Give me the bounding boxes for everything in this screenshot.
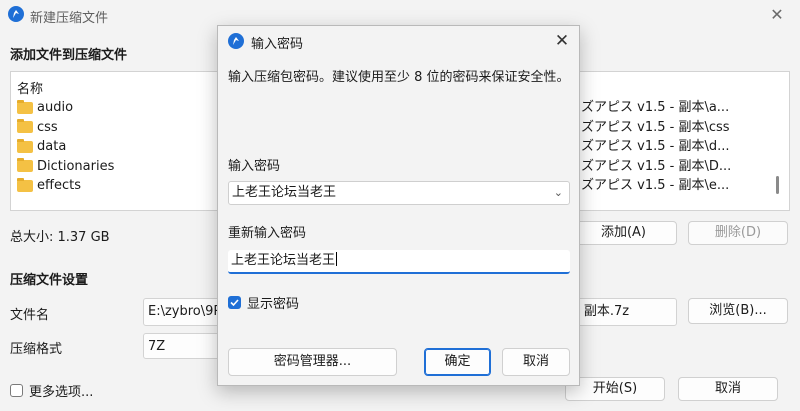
show-password-label: 显示密码 [247,297,300,312]
file-name: effects [37,178,81,194]
file-path: ズアピス v1.5 - 副本\d... [581,139,730,154]
more-options[interactable]: 更多选项... [10,381,93,400]
more-options-checkbox[interactable] [10,384,23,397]
scrollbar-thumb[interactable] [776,176,779,194]
file-path: ズアピス v1.5 - 副本\css [581,119,730,135]
total-size: 总大小: 1.37 GB [10,230,110,245]
dialog-cancel-button[interactable]: 取消 [502,348,570,376]
folder-icon [17,119,33,134]
folder-icon [17,138,33,153]
password-label: 输入密码 [228,159,281,174]
filename-field-tail[interactable]: - 副本.7z [570,298,677,326]
folder-icon [17,158,33,173]
password-input[interactable]: 上老王论坛当老王 ⌄ [228,181,570,205]
start-button[interactable]: 开始(S) [565,377,665,401]
file-name: audio [37,100,74,116]
filename-field[interactable]: E:\zybro\9R. [143,298,223,326]
browse-button[interactable]: 浏览(B)... [688,298,788,324]
more-options-label: 更多选项... [29,385,94,400]
add-button[interactable]: 添加(A) [570,221,677,245]
column-header-name[interactable]: 名称 [17,78,43,97]
folder-icon [17,177,33,192]
filename-label: 文件名 [10,308,50,323]
remove-button[interactable]: 删除(D) [688,221,788,245]
text-caret [336,252,338,266]
app-logo-icon [8,6,24,22]
cancel-button[interactable]: 取消 [678,377,778,401]
list-item[interactable]: css [17,118,114,138]
dialog-description: 输入压缩包密码。建议使用至少 8 位的密码来保证安全性。 [228,70,570,85]
ok-button[interactable]: 确定 [424,348,491,376]
file-name: Dictionaries [37,158,115,174]
password-dialog: 输入密码 ✕ 输入压缩包密码。建议使用至少 8 位的密码来保证安全性。 输入密码… [217,25,580,386]
file-path: ズアピス v1.5 - 副本\e... [581,178,730,193]
format-label: 压缩格式 [10,342,63,357]
list-item[interactable]: Dictionaries [17,157,114,177]
app-logo-icon [228,33,244,49]
window-title: 新建压缩文件 [30,11,109,26]
section-title-add: 添加文件到压缩文件 [10,48,128,63]
folder-icon [17,99,33,114]
close-icon[interactable]: ✕ [548,29,576,53]
file-path: ズアピス v1.5 - 副本\D... [581,158,732,174]
list-item[interactable]: data [17,137,114,157]
format-select[interactable]: 7Z [143,333,223,359]
file-path: ズアピス v1.5 - 副本\a... [581,100,730,115]
dialog-title-bar: 输入密码 ✕ [218,26,579,56]
chevron-down-icon[interactable]: ⌄ [554,182,563,204]
dialog-title: 输入密码 [251,37,304,52]
close-icon[interactable]: ✕ [762,3,792,27]
file-name: css [37,119,58,135]
password-manager-button[interactable]: 密码管理器... [228,348,397,376]
file-name: data [37,139,67,155]
section-title-settings: 压缩文件设置 [10,273,89,288]
password-value: 上老王论坛当老王 [232,185,337,200]
list-item[interactable]: effects [17,176,114,196]
confirm-password-input[interactable]: 上老王论坛当老王 [228,250,570,274]
list-item[interactable]: audio [17,98,114,118]
show-password-checkbox[interactable] [228,296,241,309]
confirm-password-label: 重新输入密码 [228,226,307,241]
show-password[interactable]: 显示密码 [228,293,299,312]
confirm-password-value: 上老王论坛当老王 [231,253,336,268]
